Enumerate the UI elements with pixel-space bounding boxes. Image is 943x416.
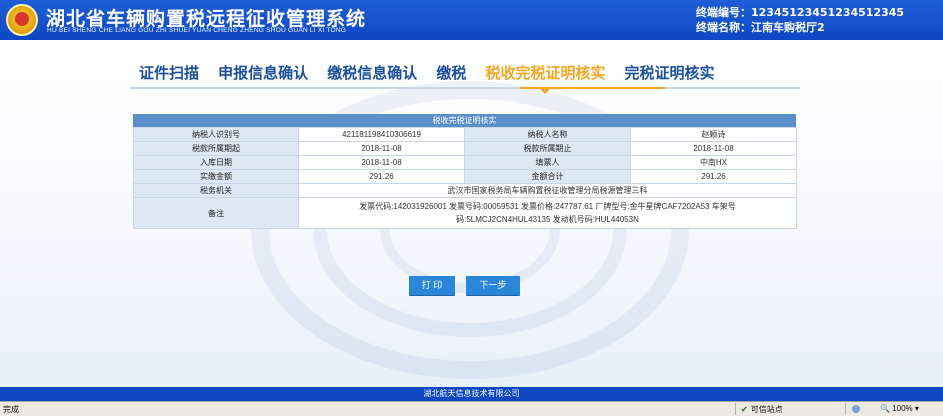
trusted-site-label: 可信站点	[750, 405, 783, 414]
status-divider	[845, 403, 846, 415]
verification-table: 纳税人识别号 421181198410306619 纳税人名称 赵颖诗 税款所属…	[133, 127, 797, 229]
next-step-button[interactable]: 下一步	[466, 276, 520, 295]
status-text: 完成	[3, 405, 19, 414]
label-tax-office: 税务机关	[133, 183, 299, 198]
label-paid-amount: 实缴金额	[133, 169, 299, 184]
label-total-amount: 金额合计	[464, 169, 631, 184]
value-remark: 发票代码:142031926001 发票号码:00059531 发票价格:247…	[298, 197, 797, 229]
remark-line-1: 发票代码:142031926001 发票号码:00059531 发票价格:247…	[359, 202, 736, 211]
protected-mode-icon[interactable]	[852, 405, 860, 413]
check-icon: ✔	[741, 405, 748, 414]
main-content: 证件扫描 申报信息确认 缴税信息确认 缴税 税收完税证明核实 完税证明核实 税收…	[0, 40, 943, 387]
status-divider	[735, 403, 736, 415]
value-period-start: 2018-11-08	[298, 141, 465, 156]
label-period-start: 税款所属期起	[133, 141, 299, 156]
app-header: 湖北省车辆购置税远程征收管理系统 HU BEI SHENG CHE LIANG …	[0, 0, 943, 40]
step-underline	[130, 87, 800, 89]
label-remark: 备注	[133, 197, 299, 229]
table-row: 入库日期 2018-11-08 填票人 中南HX	[133, 155, 797, 170]
label-taxpayer-id: 纳税人识别号	[133, 127, 299, 142]
value-period-end: 2018-11-08	[630, 141, 797, 156]
value-paid-amount: 291.26	[298, 169, 465, 184]
step-verify-tax-certificate[interactable]: 税收完税证明核实	[485, 62, 605, 94]
verification-panel: 税收完税证明核实 纳税人识别号 421181198410306619 纳税人名称…	[133, 114, 797, 229]
magnifier-icon: 🔍	[880, 404, 890, 413]
terminal-number: 终端编号：12345123451234512345	[696, 6, 905, 19]
value-issuer: 中南HX	[630, 155, 797, 170]
value-tax-office: 武汉市国家税务局车辆购置税征收管理分局税源管理三科	[298, 183, 797, 198]
value-taxpayer-id: 421181198410306619	[298, 127, 465, 142]
step-confirm-payment-info[interactable]: 缴税信息确认	[327, 62, 417, 83]
terminal-name: 终端名称：江南车购税厅2	[696, 21, 825, 34]
zoom-value: 100%	[892, 404, 913, 413]
label-issuer: 填票人	[464, 155, 631, 170]
label-storage-date: 入库日期	[133, 155, 299, 170]
table-row: 税务机关 武汉市国家税务局车辆购置税征收管理分局税源管理三科	[133, 183, 797, 198]
table-row: 备注 发票代码:142031926001 发票号码:00059531 发票价格:…	[133, 197, 797, 229]
label-taxpayer-name: 纳税人名称	[464, 127, 631, 142]
print-button[interactable]: 打 印	[409, 276, 455, 295]
step-scan-id[interactable]: 证件扫描	[139, 62, 199, 83]
step-confirm-declaration[interactable]: 申报信息确认	[218, 62, 308, 83]
value-taxpayer-name: 赵颖诗	[630, 127, 797, 142]
value-total-amount: 291.26	[630, 169, 797, 184]
app-title-pinyin: HU BEI SHENG CHE LIANG GOU ZHI SHUEI YUA…	[47, 27, 347, 34]
panel-title: 税收完税证明核实	[133, 114, 796, 127]
table-row: 纳税人识别号 421181198410306619 纳税人名称 赵颖诗	[133, 127, 797, 142]
browser-status-bar: 完成 ✔ 可信站点 🔍 100% ▾	[0, 401, 943, 416]
company-footer: 湖北航天信息技术有限公司	[0, 387, 943, 401]
terminal-info: 终端编号：12345123451234512345 终端名称：江南车购税厅2	[696, 5, 904, 35]
step-verify-completion-certificate[interactable]: 完税证明核实	[625, 62, 715, 83]
label-period-end: 税款所属期止	[464, 141, 631, 156]
table-row: 税款所属期起 2018-11-08 税款所属期止 2018-11-08	[133, 141, 797, 156]
tax-emblem-icon	[6, 4, 38, 36]
table-row: 实缴金额 291.26 金额合计 291.26	[133, 169, 797, 184]
step-pay-tax[interactable]: 缴税	[436, 62, 466, 83]
remark-line-2: 码:5LMCJ2CN4HUL43135 发动机号码:HUL44053N	[456, 215, 639, 224]
trusted-site-zone[interactable]: ✔ 可信站点	[741, 404, 783, 415]
step-navigation: 证件扫描 申报信息确认 缴税信息确认 缴税 税收完税证明核实 完税证明核实	[139, 62, 729, 94]
value-storage-date: 2018-11-08	[298, 155, 465, 170]
zoom-level[interactable]: 🔍 100% ▾	[880, 404, 919, 413]
